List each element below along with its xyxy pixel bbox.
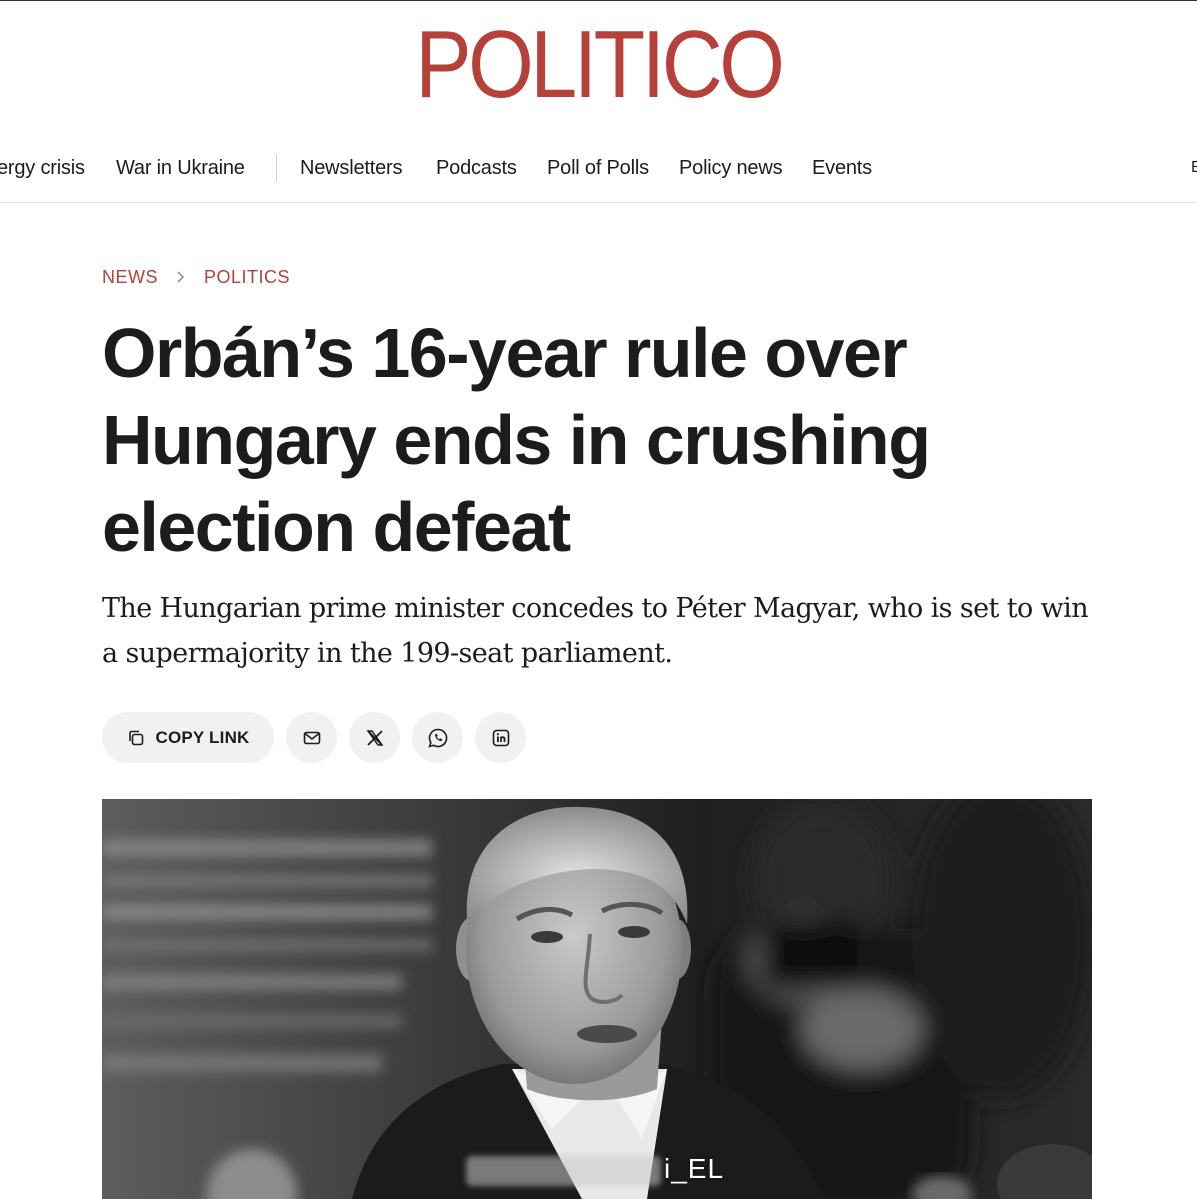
- nav-item-newsletters[interactable]: Newsletters: [300, 156, 402, 180]
- nav-item-war-in-ukraine[interactable]: War in Ukraine: [116, 156, 245, 180]
- top-navigation: ergy crisis War in Ukraine Newsletters P…: [0, 140, 1197, 203]
- watermark-backdrop: [466, 1156, 661, 1186]
- copy-icon: [126, 728, 155, 748]
- nav-item-poll-of-polls[interactable]: Poll of Polls: [547, 156, 649, 180]
- nav-item-overflow[interactable]: E: [1191, 160, 1197, 176]
- watermark-text: i_EL: [664, 1153, 725, 1184]
- politico-logo[interactable]: POLITICO: [72, 17, 1125, 113]
- nav-item-podcasts[interactable]: Podcasts: [436, 156, 517, 180]
- article-headline: Orbán’s 16-year rule over Hungary ends i…: [102, 314, 931, 566]
- copy-link-button[interactable]: COPY LINK: [102, 712, 274, 763]
- copy-link-label: COPY LINK: [155, 727, 250, 747]
- chevron-right-icon: [176, 268, 185, 290]
- top-border: [0, 0, 1197, 1]
- nav-divider: [276, 154, 277, 182]
- nav-item-events[interactable]: Events: [812, 156, 872, 180]
- linkedin-icon: [491, 728, 511, 748]
- breadcrumb: NEWS POLITICS: [102, 266, 290, 290]
- breadcrumb-news[interactable]: NEWS: [102, 267, 158, 287]
- mail-icon: [302, 728, 322, 748]
- nav-item-policy-news[interactable]: Policy news: [679, 156, 783, 180]
- nav-item-energy-crisis[interactable]: ergy crisis: [0, 156, 85, 180]
- share-x-button[interactable]: [349, 712, 400, 763]
- hero-photo: [102, 799, 1092, 1199]
- article-dek: The Hungarian prime minister concedes to…: [102, 593, 1089, 669]
- whatsapp-icon: [427, 727, 449, 749]
- hero-image[interactable]: [102, 799, 1092, 1199]
- share-whatsapp-button[interactable]: [412, 712, 463, 763]
- x-icon: [366, 729, 384, 747]
- breadcrumb-politics[interactable]: POLITICS: [204, 267, 290, 287]
- share-linkedin-button[interactable]: [475, 712, 526, 763]
- share-email-button[interactable]: [286, 712, 337, 763]
